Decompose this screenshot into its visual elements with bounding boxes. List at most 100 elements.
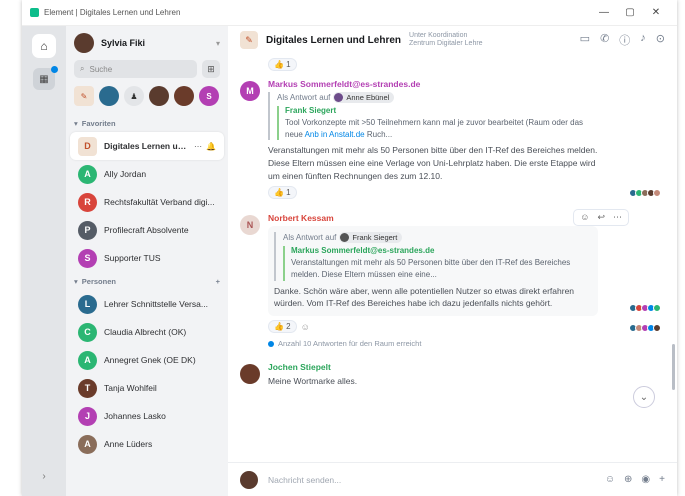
room-list-item[interactable]: P Profilecraft Absolvente <box>70 216 224 244</box>
quote-sender: Markus Sommerfeldt@es-strandes.de <box>291 246 435 256</box>
breadcrumb-avatar[interactable] <box>99 86 119 106</box>
attachment-icon[interactable]: ⊕ <box>624 474 632 485</box>
message-event[interactable]: Jochen Stiepelt Meine Wortmarke alles. <box>240 358 665 392</box>
close-button[interactable]: ✕ <box>643 7 669 18</box>
room-avatar[interactable]: ✎ <box>240 31 258 49</box>
jump-to-bottom-button[interactable]: ⌄ <box>633 386 655 408</box>
user-pill-name: Frank Siegert <box>352 233 398 243</box>
quoted-message: Markus Sommerfeldt@es-strandes.de Verans… <box>283 246 592 281</box>
add-reaction-icon[interactable]: ☺ <box>301 322 310 332</box>
video-call-icon[interactable]: ▭ <box>580 32 590 48</box>
dm-list-item[interactable]: C Claudia Albrecht (OK) <box>70 318 224 346</box>
react-icon[interactable]: ☺ <box>580 212 589 223</box>
section-favorites[interactable]: ▾ Favoriten <box>66 114 228 132</box>
message-composer: ☺ ⊕ ◉ + <box>228 462 677 496</box>
chevron-right-icon[interactable]: › <box>42 471 45 482</box>
room-options-icon[interactable]: ⋯ <box>194 142 202 151</box>
thread-summary[interactable]: Anzahl 10 Antworten für den Raum erreich… <box>268 339 598 348</box>
room-name: Ally Jordan <box>104 169 147 179</box>
voice-call-icon[interactable]: ✆ <box>600 32 609 48</box>
sender-name[interactable]: Jochen Stiepelt <box>268 362 598 372</box>
sender-name[interactable]: Markus Sommerfeldt@es-strandes.de <box>268 79 598 89</box>
search-icon: ⌕ <box>80 64 85 73</box>
timeline: 👍 1 M Markus Sommerfeldt@es-strandes.de … <box>228 54 677 462</box>
bell-icon[interactable]: 🔔 <box>206 142 216 151</box>
section-people[interactable]: ▾ Personen + <box>66 272 228 290</box>
room-name: Supporter TUS <box>104 253 161 263</box>
chevron-down-icon: ▾ <box>215 38 220 48</box>
app-window: Element | Digitales Lernen und Lehren — … <box>22 0 677 496</box>
chevron-down-icon: ▾ <box>74 119 78 128</box>
grid-icon: ▦ <box>39 73 49 85</box>
reply-context[interactable]: Als Antwort auf Anne Ebünel Frank Sieger… <box>268 92 598 141</box>
breadcrumb-avatar[interactable]: ✎ <box>74 86 94 106</box>
breadcrumb-avatar[interactable]: S <box>199 86 219 106</box>
dm-list-item[interactable]: J Johannes Lasko <box>70 402 224 430</box>
search-input[interactable]: ⌕ Suche <box>74 60 197 78</box>
room-title[interactable]: Digitales Lernen und Lehren <box>266 35 401 46</box>
add-icon[interactable]: + <box>216 277 220 286</box>
room-topic: Unter Koordination Zentrum Digitaler Leh… <box>409 31 483 47</box>
dm-list-item[interactable]: A Anne Lüders <box>70 430 224 458</box>
room-name: Anne Lüders <box>104 439 153 449</box>
room-info-icon[interactable]: ⊙ <box>656 32 665 48</box>
sender-avatar[interactable]: M <box>240 81 260 101</box>
dm-list-item[interactable]: L Lehrer Schnittstelle Versa... <box>70 290 224 318</box>
quote-link[interactable]: Anb in Anstalt.de <box>305 130 365 139</box>
dm-list-item[interactable]: A Annegret Gnek (OE DK) <box>70 346 224 374</box>
user-menu[interactable]: Sylvia Fiki ▾ <box>66 26 228 60</box>
maximize-button[interactable]: ▢ <box>617 7 643 18</box>
read-receipts[interactable] <box>629 304 661 313</box>
reaction-pill[interactable]: 👍 1 <box>268 58 297 71</box>
room-avatar: S <box>78 248 97 268</box>
more-options-icon[interactable]: + <box>659 474 665 485</box>
breadcrumb-avatar[interactable] <box>174 86 194 106</box>
voice-message-icon[interactable]: ◉ <box>641 474 650 485</box>
read-receipts[interactable] <box>629 189 661 198</box>
options-icon[interactable]: ⋯ <box>613 212 622 223</box>
home-icon[interactable]: ⌂ <box>32 34 56 58</box>
sender-avatar[interactable] <box>240 364 260 385</box>
section-label: Personen <box>81 277 116 286</box>
message-event[interactable]: M Markus Sommerfeldt@es-strandes.de Als … <box>240 75 665 203</box>
room-avatar: J <box>78 406 97 426</box>
timeline-scrollbar[interactable] <box>672 344 675 390</box>
room-avatar: L <box>78 294 97 314</box>
room-list-item[interactable]: D Digitales Lernen und L... ⋯ 🔔 <box>70 132 224 160</box>
emoji-icon[interactable]: ☺ <box>605 474 615 485</box>
explore-rooms-button[interactable]: ⊞ <box>202 60 220 78</box>
chevron-down-icon: ▾ <box>74 277 78 286</box>
message-input[interactable] <box>268 474 595 485</box>
reply-icon[interactable]: ↩ <box>597 212 605 223</box>
message-action-bar: ☺ ↩ ⋯ <box>573 209 629 227</box>
quote-tail: Ruch... <box>366 129 393 139</box>
window-title: Element | Digitales Lernen und Lehren <box>44 8 181 17</box>
message-hover-box: Als Antwort auf Frank Siegert Markus Som… <box>268 226 598 317</box>
room-avatar: A <box>78 164 97 184</box>
room-name: Johannes Lasko <box>104 411 166 421</box>
reply-context[interactable]: Als Antwort auf Frank Siegert Markus Som… <box>274 232 592 281</box>
breadcrumb-avatar[interactable] <box>149 86 169 106</box>
breadcrumb-avatar[interactable]: ♟ <box>124 86 144 106</box>
room-list-item[interactable]: R Rechtsfakultät Verband digi... <box>70 188 224 216</box>
room-list-item[interactable]: A Ally Jordan <box>70 160 224 188</box>
room-list-item[interactable]: S Supporter TUS <box>70 244 224 272</box>
message-event[interactable]: N Norbert Kessam Als Antwort auf Frank S… <box>240 209 665 352</box>
read-receipts[interactable] <box>629 324 661 333</box>
sender-avatar[interactable]: N <box>240 215 260 236</box>
minimize-button[interactable]: — <box>591 7 617 18</box>
reaction-pill[interactable]: 👍 2 <box>268 320 297 334</box>
message-body: Veranstaltungen mit mehr als 50 Personen… <box>268 145 598 181</box>
message-body: Danke. Schön wäre aber, wenn alle potent… <box>274 285 575 309</box>
notifications-icon[interactable]: ♪ <box>640 32 646 48</box>
notification-dot <box>51 66 58 73</box>
quote-sender: Frank Siegert <box>285 106 337 115</box>
info-icon[interactable]: ⓘ <box>619 32 630 48</box>
user-pill[interactable]: Frank Siegert <box>339 232 403 244</box>
user-pill[interactable]: Anne Ebünel <box>333 92 395 103</box>
room-avatar: P <box>78 220 97 240</box>
sender-name[interactable]: Norbert Kessam <box>268 213 598 223</box>
reaction-pill[interactable]: 👍 1 <box>268 186 297 200</box>
space-item[interactable]: ▦ <box>33 66 58 90</box>
dm-list-item[interactable]: T Tanja Wohlfeil <box>70 374 224 402</box>
